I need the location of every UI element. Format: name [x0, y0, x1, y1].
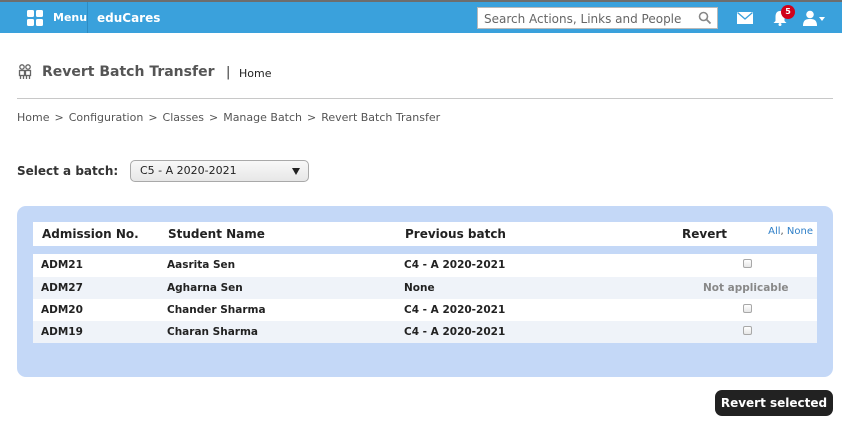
col-revert: Revert	[682, 227, 727, 241]
menu-label: Menu	[53, 11, 88, 24]
admission-no: ADM21	[41, 259, 83, 271]
previous-batch: C4 - A 2020-2021	[404, 259, 506, 271]
page-title: Revert Batch Transfer	[42, 64, 215, 80]
previous-batch: C4 - A 2020-2021	[404, 304, 506, 316]
breadcrumb-classes[interactable]: Classes	[163, 111, 204, 124]
col-previous-batch: Previous batch	[405, 227, 506, 241]
title-separator: |	[226, 65, 231, 80]
home-link[interactable]: Home	[239, 67, 271, 80]
table-header: Admission No. Student Name Previous batc…	[33, 222, 817, 246]
select-all-none: All, None	[768, 226, 813, 237]
admission-no: ADM27	[41, 282, 83, 294]
top-navbar: Menu eduCares 5	[0, 0, 842, 33]
notification-badge: 5	[781, 5, 795, 19]
previous-batch: C4 - A 2020-2021	[404, 326, 506, 338]
student-name: Aasrita Sen	[167, 259, 236, 271]
not-applicable-label: Not applicable	[703, 282, 789, 294]
revert-checkbox[interactable]	[743, 304, 752, 313]
col-admission: Admission No.	[42, 227, 139, 241]
revert-checkbox[interactable]	[743, 326, 752, 335]
breadcrumb-home[interactable]: Home	[17, 111, 49, 124]
students-panel: Admission No. Student Name Previous batc…	[17, 206, 833, 377]
table-row: ADM21 Aasrita Sen C4 - A 2020-2021	[33, 254, 817, 277]
batch-select[interactable]: C5 - A 2020-2021	[130, 160, 309, 182]
batch-select-label: Select a batch:	[17, 164, 119, 178]
previous-batch: None	[404, 282, 435, 294]
search-icon[interactable]	[698, 11, 712, 25]
table-row: ADM20 Chander Sharma C4 - A 2020-2021	[33, 299, 817, 321]
admission-no: ADM20	[41, 304, 83, 316]
breadcrumb-current: Revert Batch Transfer	[321, 111, 441, 124]
select-none-link[interactable]: None	[787, 226, 813, 237]
table-row: ADM19 Charan Sharma C4 - A 2020-2021	[33, 321, 817, 343]
user-menu-caret-icon[interactable]	[819, 17, 825, 21]
table-row: ADM27 Agharna Sen None Not applicable	[33, 277, 817, 299]
select-all-link[interactable]: All	[768, 226, 780, 237]
menu-grid-icon	[27, 9, 43, 26]
header-divider	[17, 98, 833, 99]
mail-icon[interactable]	[737, 12, 753, 24]
student-name: Charan Sharma	[167, 326, 258, 338]
dropdown-arrow-icon	[292, 168, 300, 175]
breadcrumb-manage-batch[interactable]: Manage Batch	[223, 111, 302, 124]
revert-selected-button[interactable]: Revert selected	[715, 390, 833, 416]
users-icon	[18, 64, 32, 79]
user-icon[interactable]	[803, 10, 817, 26]
col-student-name: Student Name	[168, 227, 265, 241]
search-box	[477, 7, 718, 29]
student-name: Chander Sharma	[167, 304, 266, 316]
student-name: Agharna Sen	[167, 282, 243, 294]
batch-select-value: C5 - A 2020-2021	[140, 164, 237, 177]
revert-checkbox[interactable]	[743, 259, 752, 268]
search-input[interactable]	[478, 9, 688, 29]
table-body: ADM21 Aasrita Sen C4 - A 2020-2021 ADM27…	[33, 254, 817, 343]
app-name-link[interactable]: eduCares	[97, 11, 160, 25]
admission-no: ADM19	[41, 326, 83, 338]
breadcrumb: Home > Configuration > Classes > Manage Batch >…	[17, 111, 441, 124]
breadcrumb-configuration[interactable]: Configuration	[69, 111, 144, 124]
menu-button[interactable]: Menu	[17, 2, 88, 33]
